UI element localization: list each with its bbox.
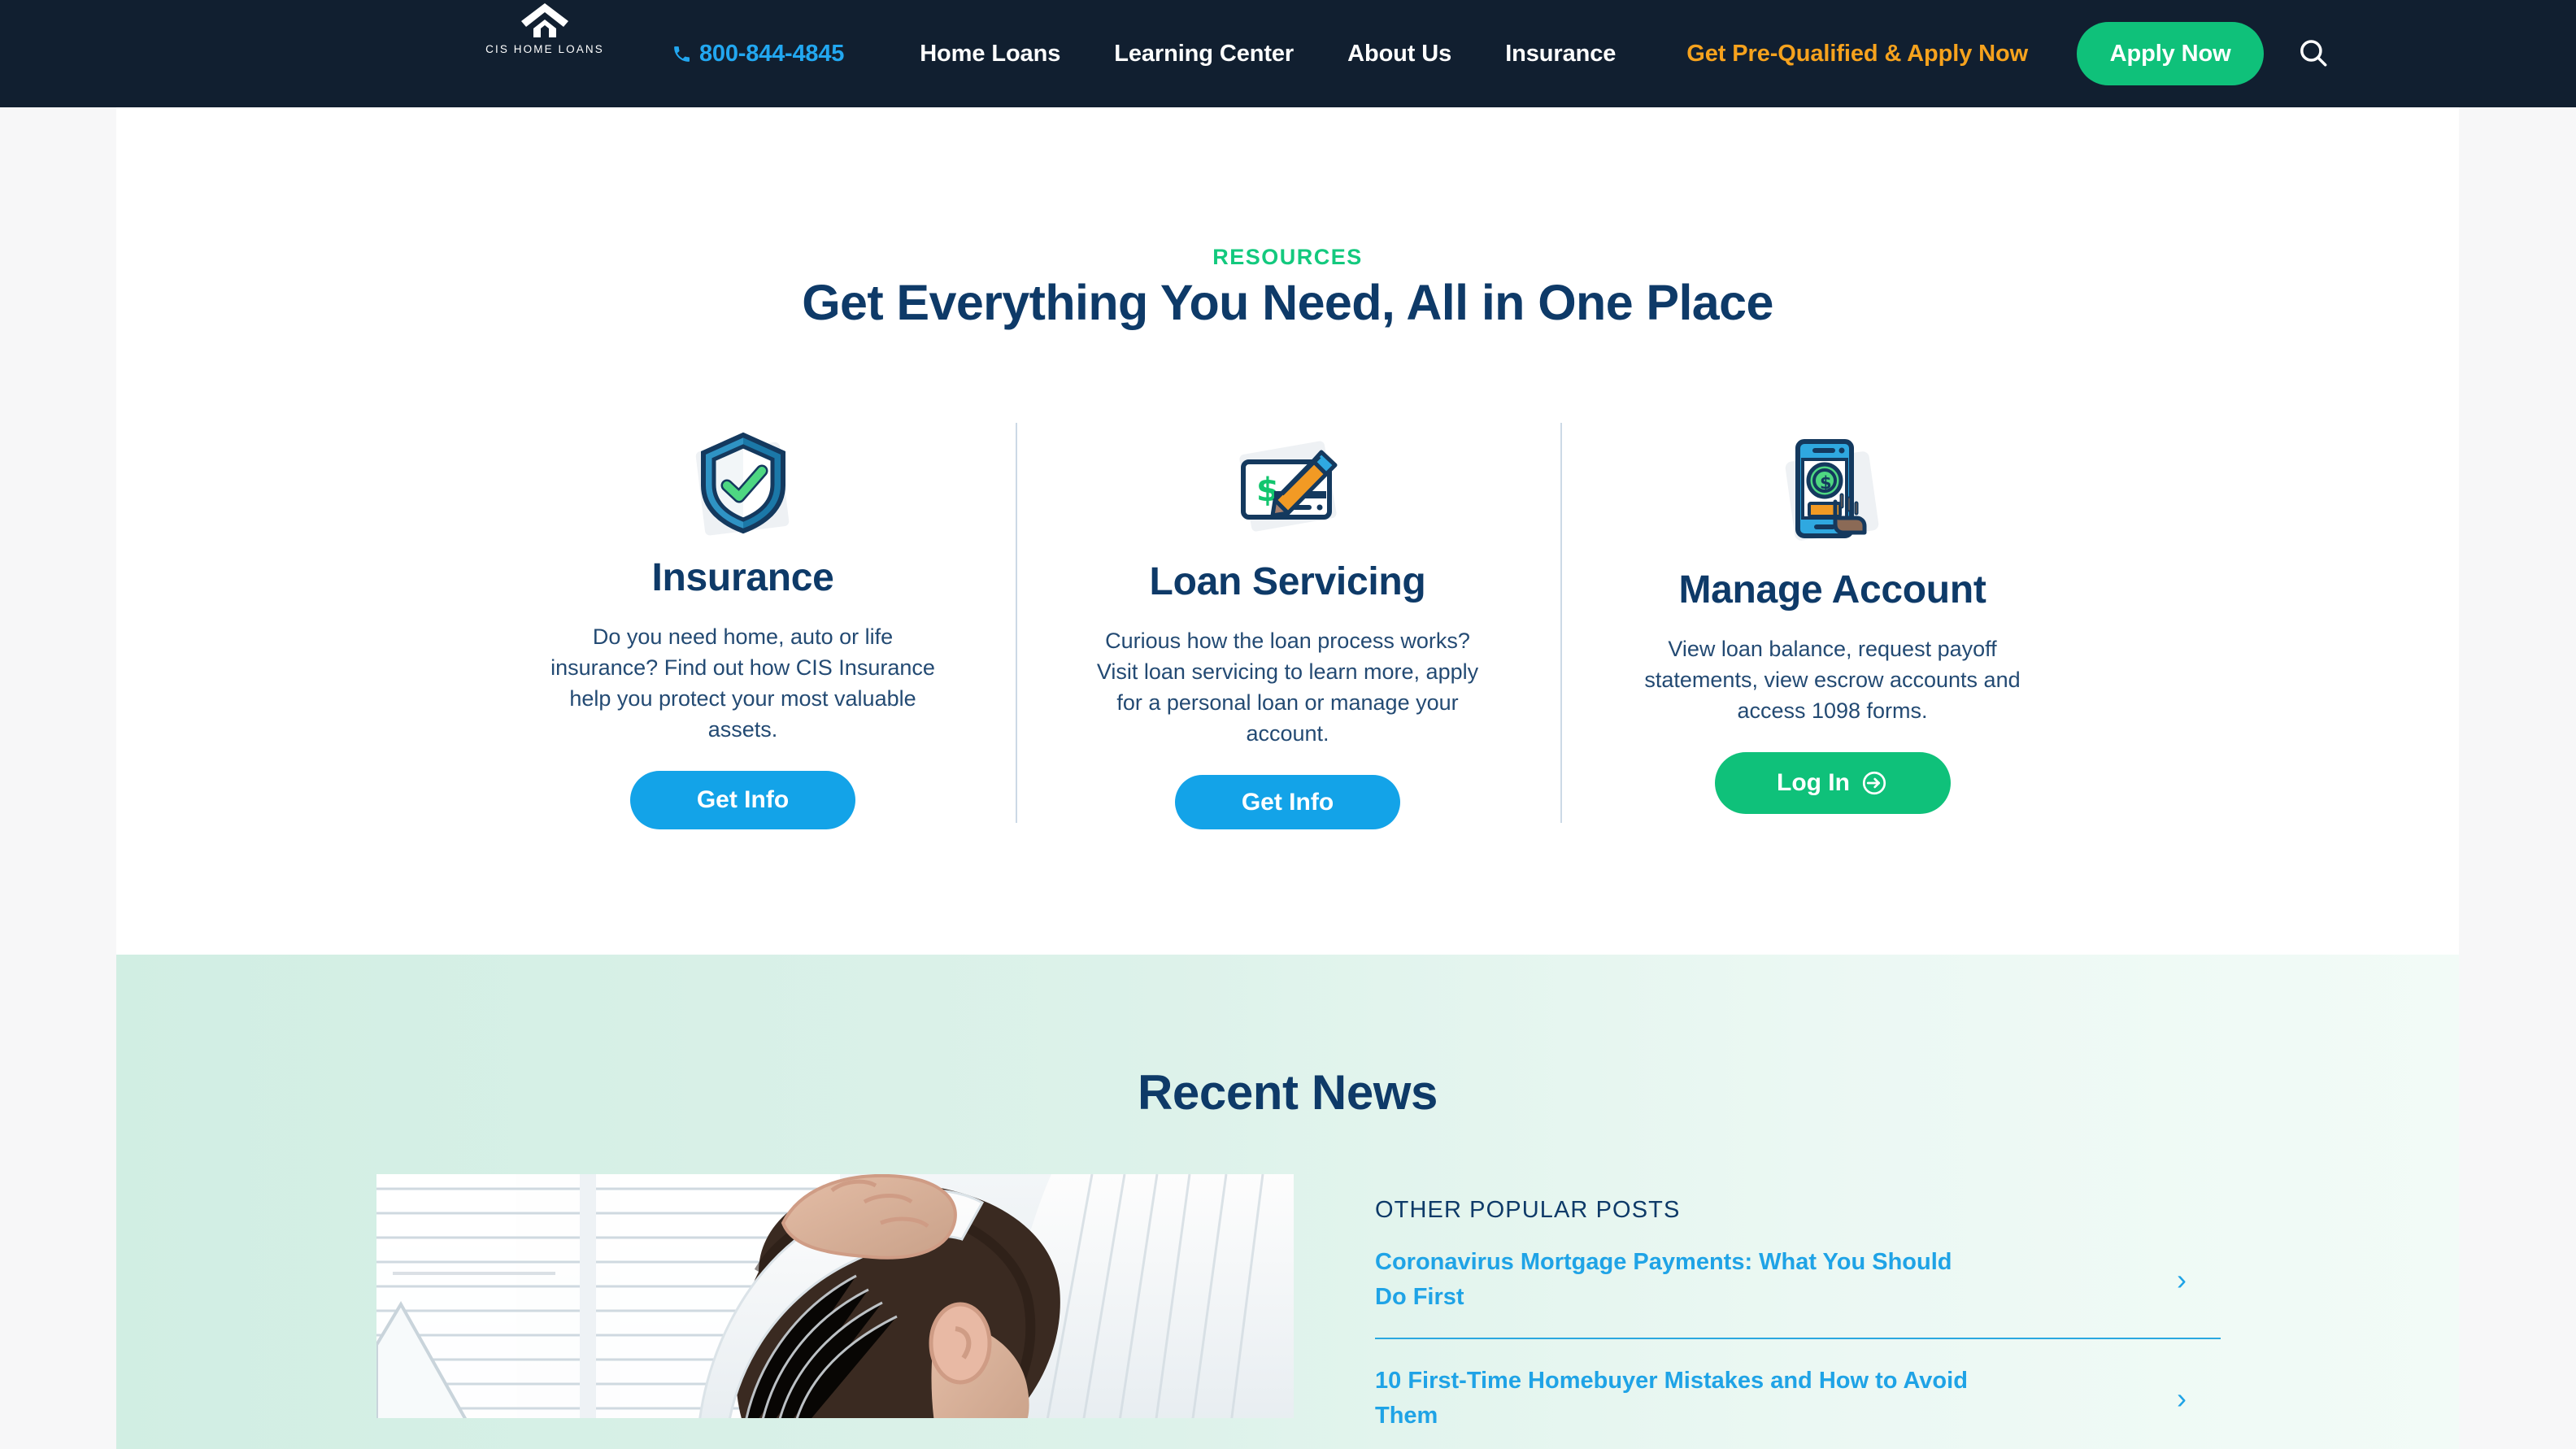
- other-popular-posts: OTHER POPULAR POSTS Coronavirus Mortgage…: [1375, 1174, 2221, 1449]
- check-pen-icon: $: [1216, 428, 1359, 542]
- list-item[interactable]: 10 First-Time Homebuyer Mistakes and How…: [1375, 1339, 2221, 1449]
- resources-section: RESOURCES Get Everything You Need, All i…: [116, 107, 2459, 955]
- button-label: Get Info: [1241, 788, 1334, 816]
- card-description: Curious how the loan process works? Visi…: [1096, 629, 1479, 746]
- button-label: Get Info: [696, 786, 790, 814]
- svg-text:$: $: [1820, 473, 1832, 493]
- nav-item-learning-center[interactable]: Learning Center: [1087, 41, 1321, 67]
- resource-card-insurance: Insurance Do you need home, auto or life…: [471, 423, 1016, 829]
- navbar-items: 800-844-4845 Home Loans Learning Center …: [672, 0, 2334, 107]
- phone-payment-icon: $: [1761, 428, 1904, 550]
- resource-card-loan-servicing: $ Loan Servicing Curious how the loan pr…: [1015, 423, 1560, 829]
- nav-item-about-us[interactable]: About Us: [1321, 41, 1478, 67]
- phone-icon: [672, 44, 692, 64]
- logo-brand-text: CIS HOME LOANS: [485, 43, 604, 55]
- list-item[interactable]: Coronavirus Mortgage Payments: What You …: [1375, 1224, 2221, 1339]
- search-icon: [2296, 37, 2330, 71]
- apply-now-button[interactable]: Apply Now: [2077, 22, 2265, 85]
- top-navbar: CIS HOME LOANS 800-844-4845 Home Loans L…: [0, 0, 2576, 107]
- card-title: Insurance: [651, 556, 834, 600]
- recent-news-section: Recent News OTHER POPULAR POSTS Coronavi…: [116, 955, 2459, 1449]
- resource-card-manage-account: $ Manage Account View loan balance, requ…: [1560, 423, 2105, 829]
- phone-link[interactable]: 800-844-4845: [672, 41, 844, 67]
- post-title: Coronavirus Mortgage Payments: What You …: [1375, 1249, 1952, 1310]
- house-icon: [519, 2, 571, 39]
- log-in-button[interactable]: Log In: [1714, 752, 1951, 814]
- get-info-button-loan-servicing[interactable]: Get Info: [1175, 775, 1400, 829]
- card-title: Loan Servicing: [1149, 560, 1426, 603]
- popular-posts-label: OTHER POPULAR POSTS: [1375, 1197, 1681, 1223]
- news-featured-image[interactable]: [376, 1174, 1294, 1418]
- shield-check-icon: [672, 423, 814, 537]
- nav-item-home-loans[interactable]: Home Loans: [893, 41, 1087, 67]
- arrow-right-circle-icon: [1860, 769, 1888, 797]
- phone-number: 800-844-4845: [699, 40, 845, 67]
- page-content: RESOURCES Get Everything You Need, All i…: [116, 107, 2459, 1449]
- get-info-button-insurance[interactable]: Get Info: [630, 771, 855, 829]
- button-label: Log In: [1777, 769, 1850, 796]
- page-root: CIS HOME LOANS 800-844-4845 Home Loans L…: [0, 0, 2576, 1449]
- resource-cards: Insurance Do you need home, auto or life…: [116, 423, 2459, 829]
- chevron-right-icon: ›: [2177, 1263, 2187, 1296]
- nav-item-insurance[interactable]: Insurance: [1478, 41, 1643, 67]
- page-title: Get Everything You Need, All in One Plac…: [802, 275, 1773, 330]
- post-title: 10 First-Time Homebuyer Mistakes and How…: [1375, 1368, 1968, 1429]
- site-logo[interactable]: CIS HOME LOANS: [485, 2, 605, 55]
- section-eyebrow: RESOURCES: [1212, 245, 1363, 269]
- news-title: Recent News: [1137, 1065, 1438, 1120]
- chevron-right-icon: ›: [2177, 1382, 2187, 1415]
- nav-item-get-prequalified[interactable]: Get Pre-Qualified & Apply Now: [1643, 41, 2060, 67]
- card-title: Manage Account: [1678, 568, 1986, 611]
- search-button[interactable]: [2293, 33, 2334, 74]
- card-description: View loan balance, request payoff statem…: [1644, 637, 2021, 723]
- news-body: OTHER POPULAR POSTS Coronavirus Mortgage…: [376, 1174, 2247, 1449]
- card-description: Do you need home, auto or life insurance…: [550, 624, 935, 742]
